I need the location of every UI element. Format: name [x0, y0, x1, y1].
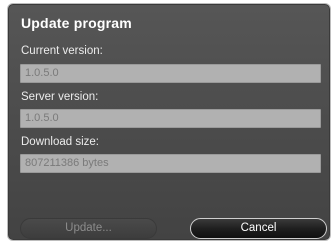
update-button[interactable]: Update... [20, 218, 157, 239]
current-version-field: 1.0.5.0 [20, 64, 321, 83]
server-version-label: Server version: [21, 91, 99, 103]
download-size-label: Download size: [21, 136, 99, 148]
current-version-label: Current version: [21, 45, 103, 57]
download-size-field: 807211386 bytes [20, 154, 321, 173]
server-version-field: 1.0.5.0 [20, 109, 321, 128]
dialog-title: Update program [21, 15, 132, 31]
cancel-button[interactable]: Cancel [190, 218, 327, 239]
update-program-dialog: Update program Current version: 1.0.5.0 … [8, 4, 330, 240]
